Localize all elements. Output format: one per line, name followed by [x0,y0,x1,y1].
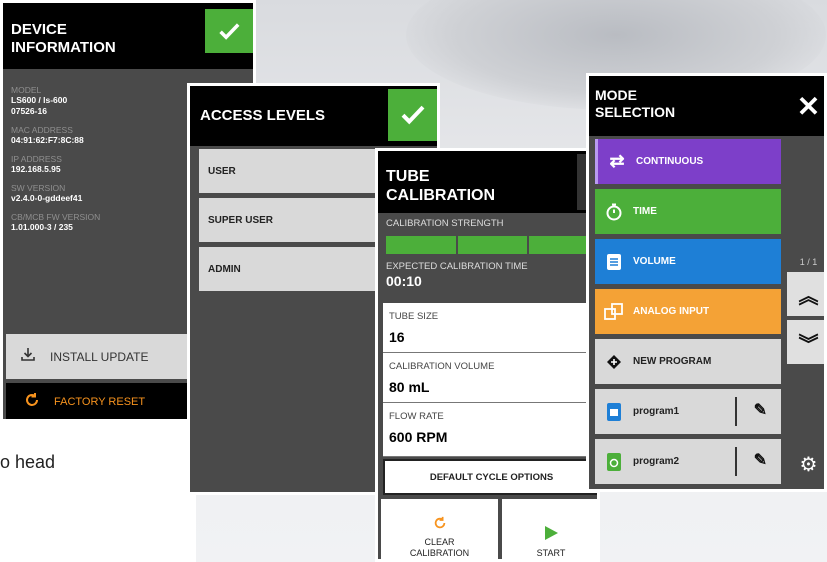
program-name: program1 [633,406,680,417]
mode-analog-input-button[interactable]: ANALOG INPUT [595,289,781,334]
double-chevron-down-icon: ︾ [798,333,819,356]
start-label: START [536,548,566,558]
tube-title-line2: CALIBRATION [386,187,496,204]
flow-rate-label: FLOW RATE [389,411,444,422]
reset-icon [433,516,447,531]
install-update-label: INSTALL UPDATE [50,349,149,364]
tube-calibration-header: TUBE CALIBRATION [378,151,597,213]
new-program-button[interactable]: NEW PROGRAM [595,339,781,384]
expected-time-value: 00:10 [386,273,422,289]
flow-rate-field[interactable]: FLOW RATE 600 RPM [383,403,597,457]
divider [735,447,737,476]
mode-title-line1: MODE [595,87,637,103]
play-icon [543,525,559,542]
new-program-icon [595,353,633,371]
tube-title-line1: TUBE [386,168,430,185]
program-file-icon [595,402,633,421]
device-information-header: DEVICE INFORMATION [3,3,253,69]
mode-volume-button[interactable]: VOLUME [595,239,781,284]
new-program-label: NEW PROGRAM [633,356,712,367]
calibration-volume-label: CALIBRATION VOLUME [389,361,495,372]
access-level-label: USER [208,165,236,177]
calibration-strength-bar: BE [386,236,597,254]
access-levels-header: ACCESS LEVELS [190,86,437,146]
download-icon [20,346,50,367]
calibration-strength-label: CALIBRATION STRENGTH [386,218,504,229]
calibration-volume-value: 80 mL [389,379,430,395]
double-chevron-up-icon: ︽ [798,285,819,308]
mode-continuous-button[interactable]: ⇄ CONTINUOUS [595,139,781,184]
tube-size-label: TUBE SIZE [389,311,439,322]
tube-size-value: 16 [389,329,405,345]
tube-size-field[interactable]: TUBE SIZE 16 [383,303,597,353]
stopwatch-icon [595,203,633,221]
mode-label: VOLUME [633,256,676,267]
close-button[interactable]: ✕ [787,79,824,134]
edit-pencil-icon[interactable]: ✎ [754,450,767,470]
scroll-up-button[interactable]: ︽ [787,272,824,316]
program-name: program2 [633,456,680,467]
page-indicator: 1 / 1 [799,257,818,267]
arrows-exchange-icon: ⇄ [609,151,625,171]
mode-label: ANALOG INPUT [633,306,710,317]
strength-segment [386,236,456,254]
analog-input-icon [595,302,633,321]
confirm-check-button[interactable] [388,89,437,141]
calibration-volume-field[interactable]: CALIBRATION VOLUME 80 mL [383,353,597,403]
mode-label: CONTINUOUS [636,156,704,167]
settings-button[interactable]: ⚙ [787,442,824,486]
program-item-1[interactable]: program1 ✎ [595,389,781,434]
mode-label: TIME [633,206,657,217]
clear-label-line1: CLEAR [424,537,455,547]
checkmark-icon [218,23,240,40]
background-caption: o head [0,452,56,472]
checkmark-icon [401,106,425,125]
gear-icon: ⚙ [799,453,818,476]
mode-title-line2: SELECTION [595,104,676,120]
access-level-label: ADMIN [208,263,241,275]
reset-icon [24,392,54,413]
edit-pencil-icon[interactable]: ✎ [754,400,767,420]
flow-rate-value: 600 RPM [389,429,448,445]
close-icon: ✕ [796,91,821,122]
clear-label-line2: CALIBRATION [409,548,470,558]
tube-calibration-panel: TUBE CALIBRATION CALIBRATION STRENGTH BE… [375,148,600,562]
clear-calibration-button[interactable]: CLEAR CALIBRATION [381,499,498,559]
expected-time-label: EXPECTED CALIBRATION TIME [386,261,528,272]
start-button[interactable]: START [502,499,597,559]
access-levels-title: ACCESS LEVELS [200,107,326,124]
program-item-2[interactable]: program2 ✎ [595,439,781,484]
scroll-down-button[interactable]: ︾ [787,320,824,364]
volume-list-icon [595,253,633,271]
program-file-icon [595,452,633,471]
access-level-label: SUPER USER [208,214,274,226]
expected-calibration-time: EXPECTED CALIBRATION TIME 00:10 [386,261,528,289]
strength-segment [457,236,528,254]
mode-selection-panel: MODE SELECTION ✕ ⇄ CONTINUOUS TIME VOLUM… [586,73,827,492]
default-cycle-options-button[interactable]: DEFAULT CYCLE OPTIONS [383,459,597,495]
confirm-check-button[interactable] [205,9,253,53]
factory-reset-label: FACTORY RESET [54,396,146,408]
mode-time-button[interactable]: TIME [595,189,781,234]
divider [735,397,737,426]
